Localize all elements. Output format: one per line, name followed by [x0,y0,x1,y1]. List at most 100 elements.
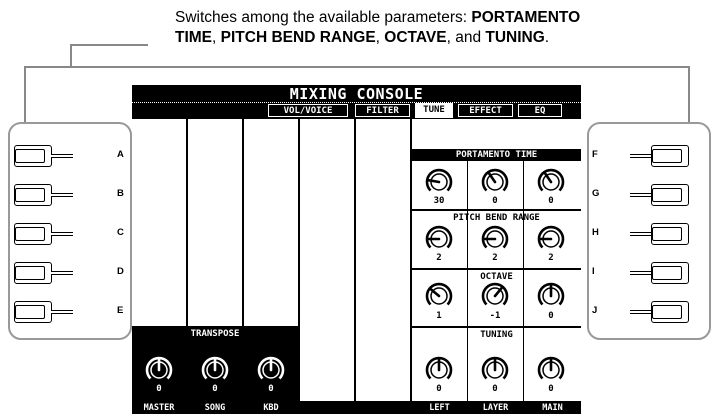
button-label: C [117,227,124,238]
octave-knob-1[interactable] [424,281,454,311]
tab-effect[interactable]: EFFECT [458,104,513,117]
caption-line-2: TIME, PITCH BEND RANGE, OCTAVE, and TUNI… [175,29,550,46]
pitch-bend-knob-1[interactable] [424,224,454,254]
button-cap[interactable] [14,145,52,167]
portamento-knob-2-value: 0 [492,196,498,206]
channel-column-3 [244,119,298,326]
tuning-knob-1-value: 0 [436,384,442,394]
portamento-knob-2[interactable] [480,167,510,197]
button-stem [51,271,73,275]
button-label: B [117,188,124,199]
button-cap[interactable] [14,301,52,323]
portamento-knob-3[interactable] [536,167,566,197]
button-c[interactable]: C [14,223,124,247]
callout-line-drop [70,44,72,68]
octave-knob-2-value: -1 [489,311,501,321]
tab-eq[interactable]: EQ [518,104,562,117]
button-j[interactable]: J [590,301,700,325]
octave-knob-2[interactable] [480,281,510,311]
pitch-bend-knob-2-value: 2 [492,253,498,263]
tab-filter[interactable]: FILTER [355,104,410,117]
channel-column-2 [188,119,242,326]
button-a[interactable]: A [14,145,124,169]
label-left: LEFT [429,403,450,413]
button-cap[interactable] [14,184,52,206]
button-cap[interactable] [651,301,689,323]
button-stem [630,193,652,197]
transpose-knob-1-value: 0 [156,384,162,394]
tune-divider-1 [467,161,468,401]
portamento-knob-1-value: 30 [433,196,445,206]
button-stem [51,310,73,314]
button-cap[interactable] [651,184,689,206]
button-label: I [592,266,595,277]
portamento-knob-1[interactable] [424,167,454,197]
button-stem [51,193,73,197]
button-cap[interactable] [651,145,689,167]
button-h[interactable]: H [590,223,700,247]
button-label: J [592,305,598,316]
pitch-bend-knob-3[interactable] [536,224,566,254]
portamento-title: PORTAMENTO TIME [412,149,581,161]
tuning-knob-2-value: 0 [492,384,498,394]
button-cap[interactable] [651,223,689,245]
tune-divider-2 [523,161,524,401]
transpose-panel [132,341,133,342]
tuning-knob-3[interactable] [536,355,566,385]
caption: Switches among the available parameters:… [175,8,712,48]
label-main: MAIN [542,403,563,413]
button-i[interactable]: I [590,262,700,286]
octave-knob-1-value: 1 [436,311,442,321]
label-song: SONG [204,403,226,413]
button-stem [630,271,652,275]
lcd-screen: MIXING CONSOLE VOL/VOICE FILTER TUNE EFF… [132,85,581,414]
tune-top-panel [412,119,581,149]
channel-column-4 [300,119,354,401]
transpose-title: TRANSPOSE [132,328,298,340]
button-label: E [117,305,124,316]
octave-knob-3[interactable] [536,281,566,311]
channel-column-1 [132,119,186,326]
button-cap[interactable] [14,262,52,284]
tuning-title: TUNING [480,330,513,340]
callout-line-top [70,44,148,46]
tuning-knob-2[interactable] [480,355,510,385]
pitch-bend-knob-2[interactable] [480,224,510,254]
pitch-bend-knob-3-value: 2 [548,253,554,263]
button-g[interactable]: G [590,184,700,208]
octave-knob-3-value: 0 [548,311,554,321]
transpose-knob-1[interactable] [144,355,174,385]
button-b[interactable]: B [14,184,124,208]
pitch-bend-title: PITCH BEND RANGE [453,213,540,223]
transpose-knob-2-value: 0 [212,384,218,394]
caption-line-1: Switches among the available parameters:… [175,9,581,26]
portamento-knob-3-value: 0 [548,196,554,206]
button-label: F [592,149,598,160]
transpose-knob-3[interactable] [256,355,286,385]
button-e[interactable]: E [14,301,124,325]
button-label: A [117,149,124,160]
transpose-knob-2[interactable] [200,355,230,385]
channel-column-5 [356,119,410,401]
button-d[interactable]: D [14,262,124,286]
button-label: G [592,188,600,199]
tuning-knob-3-value: 0 [548,384,554,394]
label-master: MASTER [143,403,175,413]
tuning-knob-1[interactable] [424,355,454,385]
button-stem [51,232,73,236]
button-f[interactable]: F [590,145,700,169]
pitch-bend-knob-1-value: 2 [436,253,442,263]
button-label: D [117,266,124,277]
label-layer: LAYER [482,403,509,413]
button-stem [630,310,652,314]
transpose-knob-3-value: 0 [268,384,274,394]
button-label: H [592,227,599,238]
button-cap[interactable] [651,262,689,284]
button-stem [51,154,73,158]
button-stem [630,154,652,158]
label-kbd: KBD [263,403,279,413]
tab-tune[interactable]: TUNE [415,103,453,118]
button-stem [630,232,652,236]
tab-vol-voice[interactable]: VOL/VOICE [268,104,348,117]
button-cap[interactable] [14,223,52,245]
